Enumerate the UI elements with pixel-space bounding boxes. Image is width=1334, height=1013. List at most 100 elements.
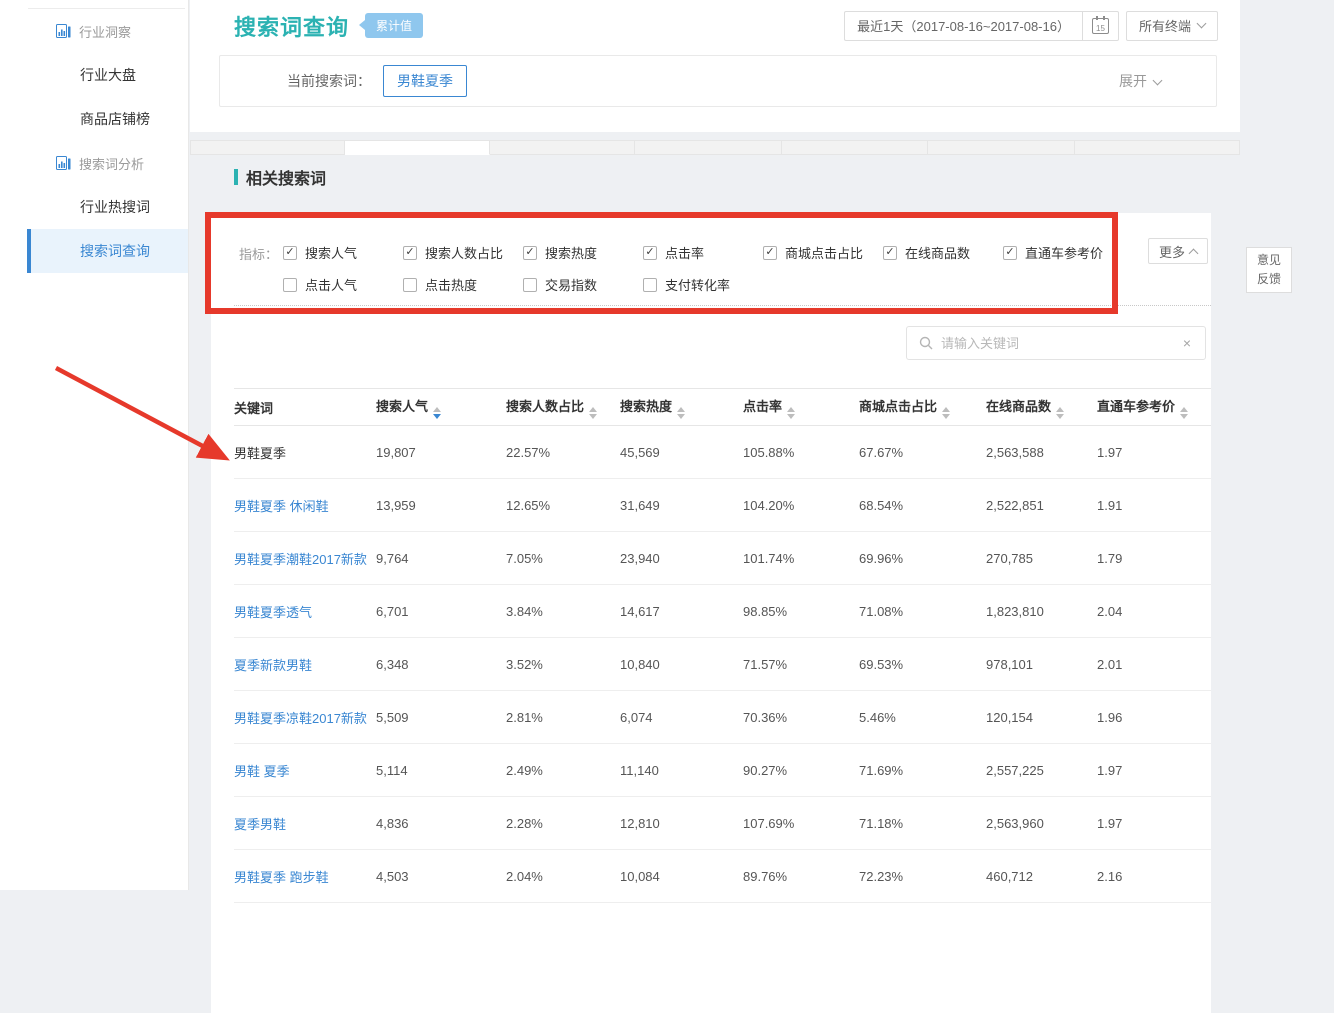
terminal-select-value: 所有终端 xyxy=(1139,16,1191,35)
page-header: 搜索词查询 累计值 最近1天（2017-08-16~2017-08-16） 15… xyxy=(190,0,1240,132)
col-header-search-heat[interactable]: 搜索热度 xyxy=(620,389,743,426)
keyword-cell: 男鞋夏季凉鞋2017新款 xyxy=(234,691,376,744)
value-cell: 2.49% xyxy=(506,744,620,797)
value-cell: 2.04 xyxy=(1097,585,1211,638)
col-header-searcher-ratio[interactable]: 搜索人数占比 xyxy=(506,389,620,426)
keyword-link[interactable]: 夏季男鞋 xyxy=(234,817,286,832)
report-icon xyxy=(56,24,71,38)
value-cell: 11,140 xyxy=(620,744,743,797)
page-title: 搜索词查询 xyxy=(234,10,349,42)
chevron-up-icon xyxy=(1189,248,1199,258)
col-header-ztc-price[interactable]: 直通车参考价 xyxy=(1097,389,1211,426)
keyword-link[interactable]: 男鞋夏季透气 xyxy=(234,605,312,620)
app-root: 行业洞察 行业大盘 商品店铺榜 搜索词分析 行业热搜词 搜索词查询 搜索词查询 … xyxy=(0,0,1334,890)
metrics-filter: 指标： 搜索人气 搜索人数占比 搜索热度 点击率 商城点击占比 在线商品数 直通… xyxy=(239,243,1123,294)
tab-6[interactable] xyxy=(928,140,1075,155)
keyword-link[interactable]: 男鞋夏季凉鞋2017新款 xyxy=(234,711,367,726)
cumulative-value-badge: 累计值 xyxy=(365,13,423,38)
sort-icon[interactable] xyxy=(942,407,950,419)
keyword-link[interactable]: 男鞋夏季 跑步鞋 xyxy=(234,870,329,885)
table-row: 男鞋夏季 休闲鞋 13,95912.65%31,649104.20%68.54%… xyxy=(234,479,1211,532)
col-header-search-popularity[interactable]: 搜索人气 xyxy=(376,389,506,426)
value-cell: 12,810 xyxy=(620,797,743,850)
tab-4[interactable] xyxy=(635,140,782,155)
metric-checkbox-trade-index[interactable]: 交易指数 xyxy=(523,275,643,294)
sidebar-group-industry-insight[interactable]: 行业洞察 xyxy=(0,9,188,53)
current-search-card: 当前搜索词： 男鞋夏季 展开 xyxy=(219,55,1217,107)
value-cell: 1.91 xyxy=(1097,479,1211,532)
value-cell: 5,114 xyxy=(376,744,506,797)
keyword-cell: 男鞋夏季 休闲鞋 xyxy=(234,479,376,532)
col-header-keyword[interactable]: 关键词 xyxy=(234,389,376,426)
value-cell: 4,836 xyxy=(376,797,506,850)
keyword-search-input[interactable] xyxy=(941,336,1181,351)
value-cell: 1,823,810 xyxy=(986,585,1097,638)
value-cell: 2.28% xyxy=(506,797,620,850)
col-header-ctr[interactable]: 点击率 xyxy=(743,389,859,426)
value-cell: 2.04% xyxy=(506,850,620,903)
keyword-link[interactable]: 男鞋夏季潮鞋2017新款 xyxy=(234,552,367,567)
tab-2-active[interactable] xyxy=(345,140,490,155)
col-header-mall-click-ratio[interactable]: 商城点击占比 xyxy=(859,389,986,426)
tab-3[interactable] xyxy=(490,140,635,155)
keyword-link[interactable]: 男鞋 夏季 xyxy=(234,764,290,779)
sidebar-item-industry-overview[interactable]: 行业大盘 xyxy=(0,53,188,97)
metric-checkbox-online-products[interactable]: 在线商品数 xyxy=(883,243,1003,262)
current-term-chip[interactable]: 男鞋夏季 xyxy=(383,65,467,97)
checkbox-icon xyxy=(403,246,417,260)
value-cell: 67.67% xyxy=(859,426,986,479)
value-cell: 9,764 xyxy=(376,532,506,585)
sidebar-group-search-term-analysis[interactable]: 搜索词分析 xyxy=(0,141,188,185)
terminal-select[interactable]: 所有终端 xyxy=(1126,11,1218,41)
keyword-link[interactable]: 男鞋夏季 休闲鞋 xyxy=(234,499,329,514)
value-cell: 104.20% xyxy=(743,479,859,532)
sort-icon[interactable] xyxy=(677,407,685,419)
metric-checkbox-searcher-ratio[interactable]: 搜索人数占比 xyxy=(403,243,523,262)
table-row: 男鞋夏季潮鞋2017新款 9,7647.05%23,940101.74%69.9… xyxy=(234,532,1211,585)
metric-checkbox-mall-click-ratio[interactable]: 商城点击占比 xyxy=(763,243,883,262)
tab-7[interactable] xyxy=(1075,140,1240,155)
metric-checkbox-ztc-price[interactable]: 直通车参考价 xyxy=(1003,243,1123,262)
sort-icon[interactable] xyxy=(1180,407,1188,419)
checkbox-icon xyxy=(283,278,297,292)
value-cell: 13,959 xyxy=(376,479,506,532)
value-cell: 978,101 xyxy=(986,638,1097,691)
sidebar-item-search-term-query[interactable]: 搜索词查询 xyxy=(0,229,188,273)
value-cell: 68.54% xyxy=(859,479,986,532)
keyword-cell: 男鞋夏季 跑步鞋 xyxy=(234,850,376,903)
calendar-icon: 15 xyxy=(1092,18,1109,34)
value-cell: 71.69% xyxy=(859,744,986,797)
value-cell: 1.97 xyxy=(1097,744,1211,797)
sidebar-item-product-shop-rank[interactable]: 商品店铺榜 xyxy=(0,97,188,141)
metric-checkbox-search-popularity[interactable]: 搜索人气 xyxy=(283,243,403,262)
tab-5[interactable] xyxy=(782,140,928,155)
metric-checkbox-click-popularity[interactable]: 点击人气 xyxy=(283,275,403,294)
value-cell: 72.23% xyxy=(859,850,986,903)
sort-icon[interactable] xyxy=(1056,407,1064,419)
metric-checkbox-search-heat[interactable]: 搜索热度 xyxy=(523,243,643,262)
more-button[interactable]: 更多 xyxy=(1148,238,1208,264)
expand-toggle[interactable]: 展开 xyxy=(1119,71,1161,91)
value-cell: 2.01 xyxy=(1097,638,1211,691)
value-cell: 1.79 xyxy=(1097,532,1211,585)
tab-1[interactable] xyxy=(190,140,345,155)
sort-icon[interactable] xyxy=(589,407,597,419)
value-cell: 89.76% xyxy=(743,850,859,903)
col-header-online-products[interactable]: 在线商品数 xyxy=(986,389,1097,426)
keyword-link[interactable]: 夏季新款男鞋 xyxy=(234,658,312,673)
metric-checkbox-ctr[interactable]: 点击率 xyxy=(643,243,763,262)
table-row: 男鞋 夏季 5,1142.49%11,14090.27%71.69%2,557,… xyxy=(234,744,1211,797)
sidebar-item-industry-hot-words[interactable]: 行业热搜词 xyxy=(0,185,188,229)
sort-icon[interactable] xyxy=(433,407,441,419)
sidebar-group-label: 行业洞察 xyxy=(79,22,131,41)
date-range-button[interactable]: 最近1天（2017-08-16~2017-08-16） xyxy=(844,11,1082,41)
calendar-button[interactable]: 15 xyxy=(1082,11,1119,41)
value-cell: 1.97 xyxy=(1097,797,1211,850)
chevron-down-icon xyxy=(1197,19,1207,29)
clear-icon[interactable]: × xyxy=(1181,335,1193,351)
sort-icon[interactable] xyxy=(787,407,795,419)
value-cell: 107.69% xyxy=(743,797,859,850)
metric-checkbox-pay-conversion[interactable]: 支付转化率 xyxy=(643,275,763,294)
feedback-button[interactable]: 意见 反馈 xyxy=(1246,247,1292,293)
metric-checkbox-click-heat[interactable]: 点击热度 xyxy=(403,275,523,294)
